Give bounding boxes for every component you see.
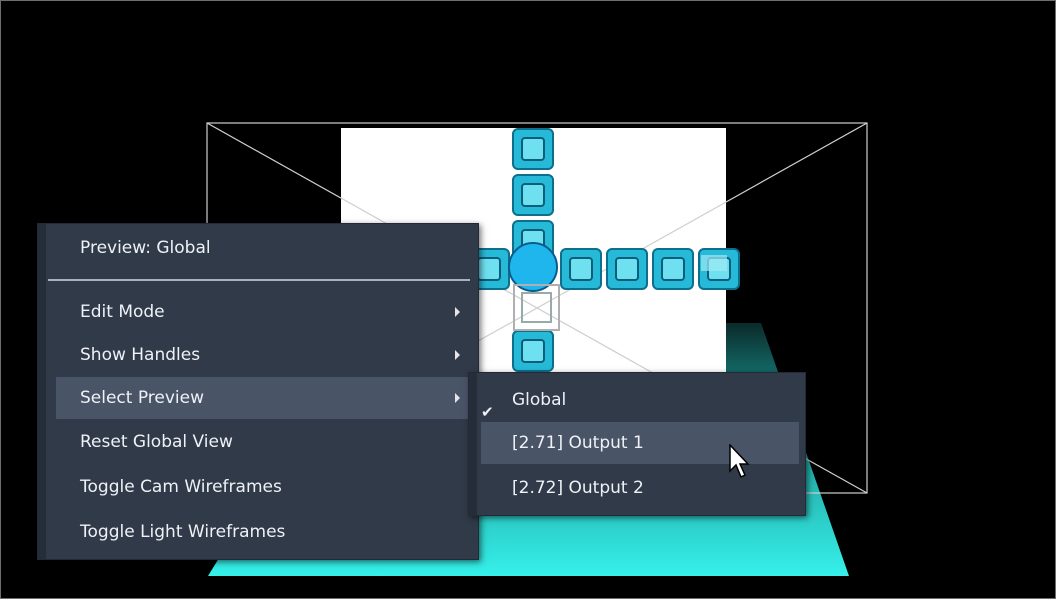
menu-separator bbox=[48, 279, 470, 281]
sprite-glow bbox=[701, 255, 727, 271]
sprite-tile-inner bbox=[521, 183, 545, 207]
sprite-center bbox=[508, 242, 558, 292]
menu-item-show-handles[interactable]: Show Handles bbox=[38, 334, 478, 376]
menu-title: Preview: Global bbox=[80, 238, 211, 258]
sprite-tile-inner bbox=[615, 257, 639, 281]
mouse-cursor-icon bbox=[729, 444, 750, 479]
submenu-arrow-icon bbox=[455, 307, 460, 317]
menu-item-edit-mode[interactable]: Edit Mode bbox=[38, 291, 478, 333]
sprite-tile-inner bbox=[569, 257, 593, 281]
menu-item-select-preview[interactable]: Select Preview bbox=[56, 377, 468, 419]
sprite-tile-inner bbox=[521, 339, 545, 363]
sprite-tile-inner bbox=[661, 257, 685, 281]
sprite-tile-inner bbox=[521, 137, 545, 161]
menu-item-label: Show Handles bbox=[80, 345, 201, 365]
menu-item-label: Select Preview bbox=[80, 388, 205, 408]
menu-left-strip bbox=[38, 224, 46, 559]
submenu-item-label: Global bbox=[512, 390, 567, 410]
menu-item-label: Edit Mode bbox=[80, 302, 165, 322]
submenu-arrow-icon bbox=[455, 393, 460, 403]
menu-item-label: Reset Global View bbox=[80, 432, 233, 452]
context-menu: Preview: Global Edit Mode Show Handles S… bbox=[37, 223, 479, 560]
submenu-arrow-icon bbox=[455, 350, 460, 360]
menu-item-toggle-cam-wireframes[interactable]: Toggle Cam Wireframes bbox=[38, 466, 478, 508]
submenu-item-global[interactable]: ✔ Global bbox=[469, 379, 805, 421]
submenu-item-label: [2.72] Output 2 bbox=[512, 478, 644, 498]
menu-item-toggle-light-wireframes[interactable]: Toggle Light Wireframes bbox=[38, 511, 478, 553]
select-preview-submenu: ✔ Global [2.71] Output 1 [2.72] Output 2 bbox=[468, 372, 806, 516]
menu-item-label: Toggle Cam Wireframes bbox=[80, 477, 282, 497]
submenu-item-output-2[interactable]: [2.72] Output 2 bbox=[469, 467, 805, 509]
sprite-tile-inner bbox=[477, 257, 501, 281]
submenu-item-label: [2.71] Output 1 bbox=[512, 433, 644, 453]
menu-item-reset-global-view[interactable]: Reset Global View bbox=[38, 421, 478, 463]
menu-item-label: Toggle Light Wireframes bbox=[80, 522, 286, 542]
